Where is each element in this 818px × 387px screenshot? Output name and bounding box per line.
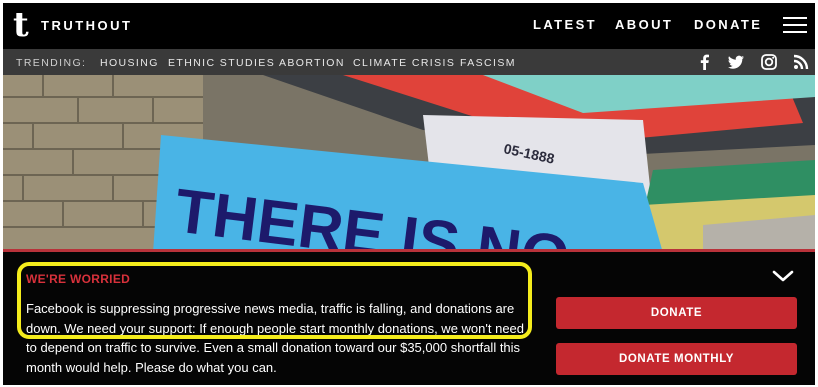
- hero-image: 05-1888 THERE IS NO: [3, 75, 815, 253]
- donation-banner: WE'RE WORRIED Facebook is suppressing pr…: [3, 249, 815, 385]
- donate-monthly-button[interactable]: DONATE MONTHLY: [556, 343, 797, 375]
- donate-button[interactable]: DONATE: [556, 297, 797, 329]
- facebook-icon[interactable]: [696, 53, 714, 71]
- trending-bar: TRENDING: HOUSING ETHNIC STUDIES ABORTIO…: [3, 49, 815, 75]
- twitter-icon[interactable]: [727, 53, 745, 71]
- logo-wordmark[interactable]: TRUTHOUT: [41, 18, 133, 33]
- site-header: t TRUTHOUT LATEST ABOUT DONATE: [3, 3, 815, 49]
- trending-item-ethnic-studies[interactable]: ETHNIC STUDIES: [168, 57, 275, 69]
- menu-icon[interactable]: [783, 17, 807, 35]
- rss-icon[interactable]: [792, 53, 810, 71]
- nav-donate[interactable]: DONATE: [694, 17, 762, 32]
- trending-item-housing[interactable]: HOUSING: [100, 57, 159, 69]
- trending-label: TRENDING:: [16, 57, 87, 69]
- trending-item-abortion[interactable]: ABORTION: [279, 57, 345, 69]
- trending-item-climate-crisis[interactable]: CLIMATE CRISIS: [353, 57, 455, 69]
- page-frame: t TRUTHOUT LATEST ABOUT DONATE TRENDING:…: [3, 3, 815, 385]
- chevron-down-icon[interactable]: [772, 268, 794, 284]
- nav-about[interactable]: ABOUT: [615, 17, 673, 32]
- nav-latest[interactable]: LATEST: [533, 17, 597, 32]
- highlight-annotation: [17, 262, 532, 339]
- trending-item-fascism[interactable]: FASCISM: [460, 57, 516, 69]
- logo-mark[interactable]: t: [13, 6, 29, 44]
- instagram-icon[interactable]: [760, 53, 778, 71]
